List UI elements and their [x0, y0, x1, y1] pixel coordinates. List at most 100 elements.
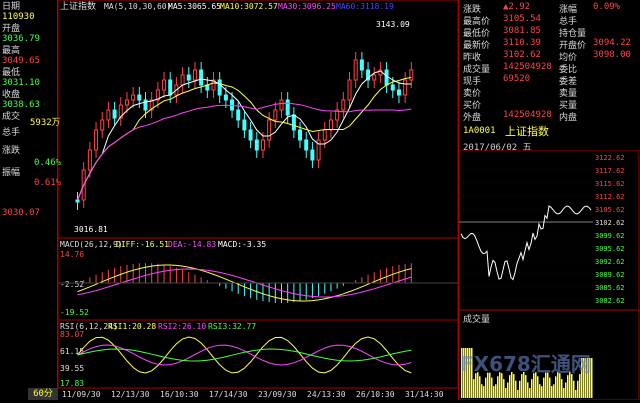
- rsi-axis-4: 17.83: [60, 379, 84, 388]
- candle-body: [409, 69, 414, 81]
- left-info-panel: 日期 110930 开盘 3036.79 最高 3049.65 最低 3031.…: [0, 0, 61, 400]
- intraday-volume-bar: [507, 382, 509, 398]
- intraday-volume-bar: [565, 382, 567, 398]
- main-header-title: 上证指数: [60, 0, 96, 12]
- intraday-volume-bar: [577, 380, 579, 398]
- intraday-price-axis: 3122.62 3117.62 3115.62 3112.62 3105.62 3102.…: [459, 154, 625, 305]
- left-value-date: 110930: [2, 12, 35, 22]
- rsi-1: RSI1:20.28: [108, 322, 156, 331]
- macd-axis-2: -2.52: [60, 280, 84, 289]
- main-charts-area[interactable]: 上证指数 MA(5,10,30,60) MA5:3065.65 MA10:307…: [57, 0, 459, 400]
- intraday-volume-bar: [525, 375, 527, 398]
- intraday-volume-bar: [503, 379, 505, 398]
- candle-body: [279, 99, 284, 111]
- intraday-volume-bar: [517, 389, 519, 398]
- quote-value: 69520: [503, 74, 531, 84]
- left-label-change: 涨跌: [2, 146, 21, 156]
- intraday-volume-bar: [563, 387, 565, 398]
- intraday-volume-bar: [539, 384, 541, 398]
- macd-header: MACD(26,12,9): [60, 240, 123, 249]
- time-tick: 26/10:30: [356, 390, 395, 399]
- left-label-amplitude: 振幅: [2, 168, 21, 178]
- candle-body: [186, 74, 191, 81]
- candle-body: [291, 114, 296, 131]
- candle-body: [384, 69, 389, 86]
- intraday-volume-bar: [561, 379, 563, 398]
- time-tick: 23/09/30: [258, 390, 297, 399]
- intraday-volume-bar: [495, 384, 497, 398]
- quote-value: 3081.85: [503, 26, 541, 36]
- quote-label-2: 内盘: [559, 113, 578, 123]
- quote-value: 3102.62: [503, 50, 541, 60]
- intraday-volume-bar: [575, 389, 577, 398]
- intraday-volume-bar: [529, 388, 531, 398]
- rsi1-line: [77, 336, 412, 374]
- intraday-axis-tick: 3117.62: [595, 167, 625, 175]
- rsi-3: RSI3:32.77: [208, 322, 256, 331]
- period-selector[interactable]: 60分: [28, 388, 58, 400]
- watermark: FX678汇通网: [460, 352, 591, 376]
- intraday-axis-tick: 3092.62: [595, 258, 625, 266]
- quote-value-2: 3094.22: [593, 38, 631, 48]
- intraday-price-line: [459, 205, 593, 281]
- candle-body: [298, 129, 303, 141]
- candle-body: [112, 109, 117, 119]
- intraday-axis-tick: 3089.62: [595, 271, 625, 279]
- time-tick: 17/14/30: [209, 390, 248, 399]
- intraday-volume-bar: [537, 376, 539, 398]
- candle-body: [87, 149, 92, 171]
- main-header-ma10: MA10:3072.57: [220, 2, 278, 11]
- left-label-date: 日期: [2, 2, 21, 12]
- intraday-line: [460, 205, 592, 281]
- left-label-low: 最低: [2, 68, 21, 78]
- candle-body: [162, 79, 167, 91]
- intraday-volume-label: 成交量: [463, 313, 490, 325]
- left-value-close: 3038.63: [2, 100, 40, 110]
- intraday-axis-tick: 3099.62: [595, 232, 625, 240]
- candle-body: [267, 119, 272, 141]
- rsi-2: RSI2:26.10: [158, 322, 206, 331]
- candle-body: [347, 79, 352, 101]
- candle-body: [328, 119, 333, 131]
- macd-axis-1: 14.76: [60, 250, 84, 259]
- candle-body: [353, 59, 358, 81]
- time-tick: 24/13:30: [307, 390, 346, 399]
- intraday-axis-tick: 3082.62: [595, 297, 625, 305]
- intraday-volume-bar: [527, 382, 529, 398]
- chart-svg: 上证指数 MA(5,10,30,60) MA5:3065.65 MA10:307…: [57, 0, 459, 399]
- candle-body: [236, 109, 241, 121]
- intraday-volume-bar: [513, 374, 515, 398]
- candle-body: [75, 199, 80, 203]
- intraday-volume-bar: [521, 374, 523, 398]
- intraday-volume-bar: [493, 386, 495, 398]
- intraday-volume-bar: [505, 388, 507, 398]
- intraday-volume-bar: [479, 376, 481, 398]
- candle-body: [199, 69, 204, 86]
- intraday-volume-bar: [549, 377, 551, 398]
- intraday-volume-bar: [509, 375, 511, 398]
- intraday-volume-bar: [491, 377, 493, 398]
- intraday-axis-tick: 3102.62: [595, 219, 625, 227]
- intraday-volume-bar: [541, 386, 543, 398]
- intraday-volume-bar: [485, 377, 487, 398]
- intraday-volume-bar: [483, 386, 485, 398]
- candle-body: [124, 99, 129, 106]
- intraday-volume-bar: [543, 377, 545, 398]
- rsi-axis-3: 39.55: [60, 364, 84, 373]
- high-marker-label: 3143.09: [376, 20, 410, 29]
- quote-code: 1A0001: [463, 126, 496, 136]
- candle-body: [242, 119, 247, 131]
- macd-diff: DIFF:-16.51: [116, 240, 169, 249]
- candle-body: [341, 99, 346, 111]
- candle-body: [396, 89, 401, 96]
- candle-body: [94, 129, 99, 151]
- left-value-high: 3049.65: [2, 56, 40, 66]
- intraday-axis-tick: 3085.62: [595, 284, 625, 292]
- time-tick: 11/09/30: [62, 390, 101, 399]
- quote-value: 3105.54: [503, 14, 541, 24]
- intraday-axis-tick: 3095.62: [595, 245, 625, 253]
- time-axis: 11/09/30 12/13/30 16/10:30 17/14/30 23/09/30…: [62, 390, 444, 399]
- intraday-volume-bar: [531, 379, 533, 398]
- candle-body: [100, 119, 105, 131]
- quote-value: ▲2.92: [503, 2, 531, 12]
